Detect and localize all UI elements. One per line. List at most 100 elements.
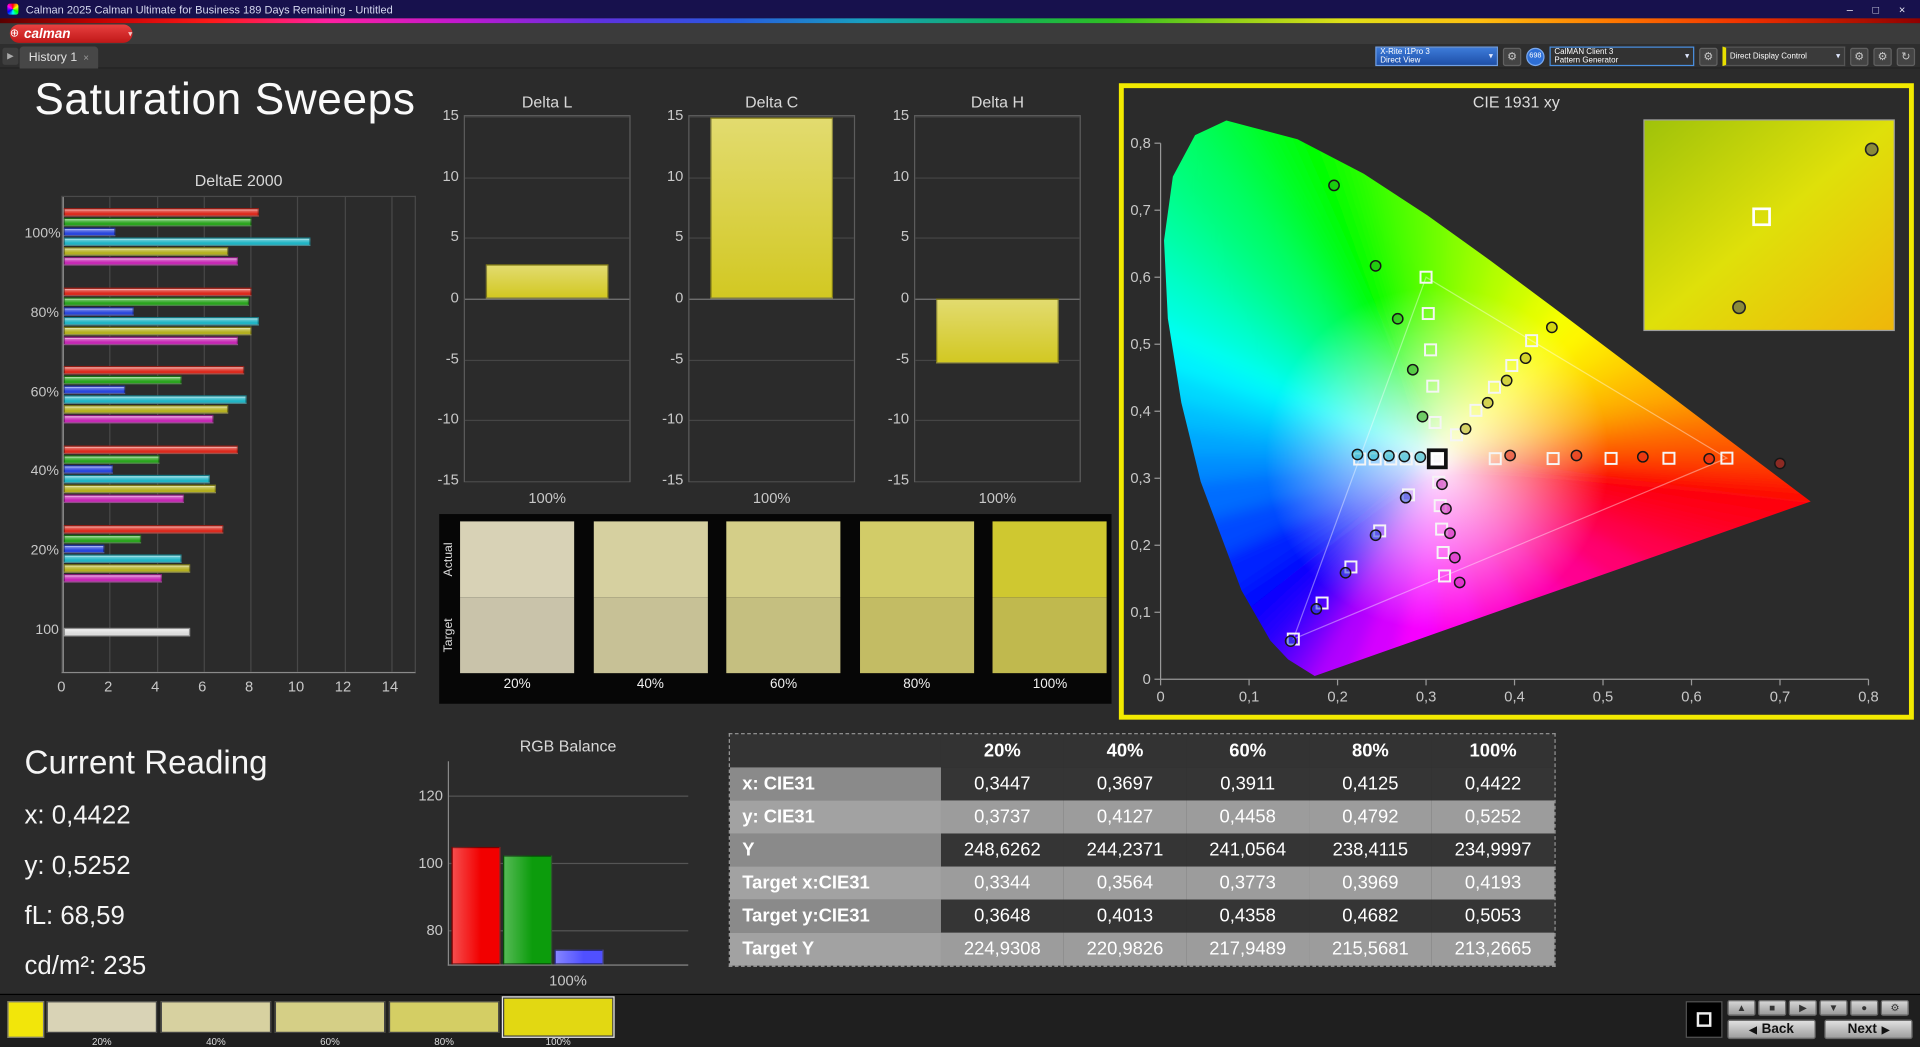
gridline bbox=[250, 197, 251, 672]
mini-toolbar-button[interactable]: ■ bbox=[1758, 1000, 1786, 1016]
next-label: Next bbox=[1848, 1022, 1877, 1037]
x-axis-tick-label: 12 bbox=[328, 678, 357, 695]
pattern-swatch-80%[interactable] bbox=[389, 1001, 499, 1033]
y-axis-tick-label: 0,2 bbox=[1130, 538, 1150, 554]
meter-status-badge[interactable]: 698 bbox=[1526, 47, 1544, 65]
table-row: Target Y224,9308220,9826217,9489215,5681… bbox=[730, 933, 1554, 966]
display-control-selector[interactable]: Direct Display Control ▾ bbox=[1722, 47, 1845, 67]
measured-marker-cyan bbox=[1415, 452, 1425, 462]
pattern-swatch-100%[interactable] bbox=[503, 997, 613, 1036]
deltae-bar-yellow bbox=[64, 484, 217, 493]
cie-1931-panel: CIE 1931 xy 00,10,20,30,40,50,60,70,800,… bbox=[1119, 83, 1914, 719]
meter-settings-button[interactable]: ⚙ bbox=[1503, 47, 1521, 65]
back-button[interactable]: ◀ Back bbox=[1727, 1020, 1815, 1040]
y-axis-tick-label: 100% bbox=[25, 227, 59, 242]
x-axis-tick-label: 0,3 bbox=[1416, 689, 1436, 705]
y-axis-tick-label: 0,6 bbox=[1130, 270, 1150, 286]
measured-marker-cyan bbox=[1368, 450, 1378, 460]
table-row: y: CIE310,37370,41270,44580,47920,5252 bbox=[730, 800, 1554, 833]
table-cell: 215,5681 bbox=[1309, 933, 1432, 966]
page-title: Saturation Sweeps bbox=[34, 73, 415, 124]
deltae-bar-yellow bbox=[64, 326, 252, 335]
app-window: Calman 2025 Calman Ultimate for Business… bbox=[0, 0, 1920, 1044]
x-axis-tick-label: 0,4 bbox=[1504, 689, 1524, 705]
inset-measured-marker bbox=[1866, 143, 1878, 155]
measured-marker-cyan bbox=[1352, 449, 1362, 459]
y-axis-tick-label: 0,1 bbox=[1130, 605, 1150, 621]
table-cell: 0,4125 bbox=[1309, 767, 1432, 800]
chevron-down-icon[interactable]: ▾ bbox=[1836, 51, 1840, 61]
table-row: Y248,6262244,2371241,0564238,4115234,999… bbox=[730, 833, 1554, 866]
y-axis-tick-label: 0,5 bbox=[1130, 337, 1150, 353]
cie-zoom-inset bbox=[1644, 120, 1894, 331]
actual-swatch-20% bbox=[460, 521, 574, 597]
chart-title: Delta H bbox=[914, 93, 1081, 111]
plot-area bbox=[464, 115, 631, 482]
source-selector[interactable]: CalMAN Client 3 Pattern Generator ▾ bbox=[1549, 47, 1694, 67]
deltae-bar-red bbox=[64, 208, 259, 217]
y-axis-tick-label: 15 bbox=[882, 106, 909, 123]
y-axis-tick-label: 5 bbox=[656, 228, 683, 245]
measured-marker-blue bbox=[1401, 493, 1411, 503]
device-bar: X-Rite i1Pro 3 Direct View ▾ ⚙ 698 CalMA… bbox=[1375, 45, 1915, 67]
x-axis-tick-label: 14 bbox=[375, 678, 404, 695]
gridline bbox=[915, 116, 1079, 117]
target-swatch-100% bbox=[993, 597, 1107, 673]
chevron-down-icon[interactable]: ▾ bbox=[1685, 51, 1689, 61]
target-swatch-40% bbox=[593, 597, 707, 673]
pattern-swatch-60%[interactable] bbox=[275, 1001, 385, 1033]
display-settings-button[interactable]: ⚙ bbox=[1850, 47, 1868, 65]
source-type: Pattern Generator bbox=[1554, 56, 1618, 65]
table-row-label: Target Y bbox=[730, 933, 941, 966]
maximize-button[interactable]: □ bbox=[1873, 3, 1880, 15]
rgb-bar-red bbox=[451, 847, 500, 965]
table-cell: 0,3969 bbox=[1309, 867, 1432, 900]
tab-history-1[interactable]: History 1 × bbox=[20, 47, 99, 69]
table-header: 20% bbox=[941, 734, 1064, 767]
mini-toolbar-button[interactable]: ▼ bbox=[1819, 1000, 1847, 1016]
pattern-swatch-40%[interactable] bbox=[161, 1001, 271, 1033]
target-row-label: Target bbox=[442, 597, 457, 673]
actual-swatch-80% bbox=[860, 521, 974, 597]
gridline bbox=[465, 177, 629, 178]
measured-marker-blue bbox=[1311, 604, 1321, 614]
meter-selector[interactable]: X-Rite i1Pro 3 Direct View ▾ bbox=[1375, 47, 1498, 67]
gridline bbox=[689, 299, 853, 300]
chevron-down-icon[interactable]: ▾ bbox=[128, 29, 132, 39]
gridline bbox=[297, 197, 298, 672]
table-cell: 0,3344 bbox=[941, 867, 1064, 900]
measured-marker-red bbox=[1638, 452, 1648, 462]
calman-menu-button[interactable]: ⊕ calman ▾ bbox=[10, 24, 133, 42]
close-button[interactable]: × bbox=[1899, 3, 1905, 15]
table-cell: 0,5252 bbox=[1432, 800, 1555, 833]
table-header: 80% bbox=[1309, 734, 1432, 767]
deltae-bar-green bbox=[64, 297, 249, 306]
mini-toolbar-button[interactable]: ▶ bbox=[1789, 1000, 1817, 1016]
mini-toolbar-button[interactable]: ● bbox=[1850, 1000, 1878, 1016]
mini-toolbar-button[interactable]: ▲ bbox=[1727, 1000, 1755, 1016]
minimize-button[interactable]: – bbox=[1847, 3, 1853, 15]
refresh-button[interactable]: ↻ bbox=[1897, 47, 1915, 65]
measured-marker-cyan bbox=[1399, 451, 1409, 461]
chevron-down-icon[interactable]: ▾ bbox=[1489, 51, 1493, 61]
measured-marker-yellow bbox=[1547, 322, 1557, 332]
gridline bbox=[110, 197, 111, 672]
reading-x: x: 0,4422 bbox=[25, 802, 268, 831]
table-cell: 0,5053 bbox=[1432, 900, 1555, 933]
back-label: Back bbox=[1762, 1022, 1794, 1037]
table-cell: 220,9826 bbox=[1064, 933, 1187, 966]
pattern-window-button[interactable] bbox=[1686, 1001, 1723, 1038]
next-button[interactable]: Next ▶ bbox=[1824, 1020, 1912, 1040]
mini-toolbar-button[interactable]: ⚙ bbox=[1881, 1000, 1909, 1016]
gridline bbox=[689, 420, 853, 421]
close-tab-icon[interactable]: × bbox=[83, 52, 89, 63]
pattern-swatch-20%[interactable] bbox=[47, 1001, 157, 1033]
workflow-settings-button[interactable]: ⚙ bbox=[1873, 47, 1891, 65]
collapse-panel-button[interactable]: ▶ bbox=[2, 48, 18, 65]
y-axis-tick-label: 40% bbox=[25, 464, 59, 479]
window-title: Calman 2025 Calman Ultimate for Business… bbox=[26, 3, 393, 15]
y-axis-tick-label: -5 bbox=[882, 350, 909, 367]
measured-marker-magenta bbox=[1437, 479, 1447, 489]
measured-marker-red bbox=[1775, 458, 1785, 468]
source-settings-button[interactable]: ⚙ bbox=[1699, 47, 1717, 65]
